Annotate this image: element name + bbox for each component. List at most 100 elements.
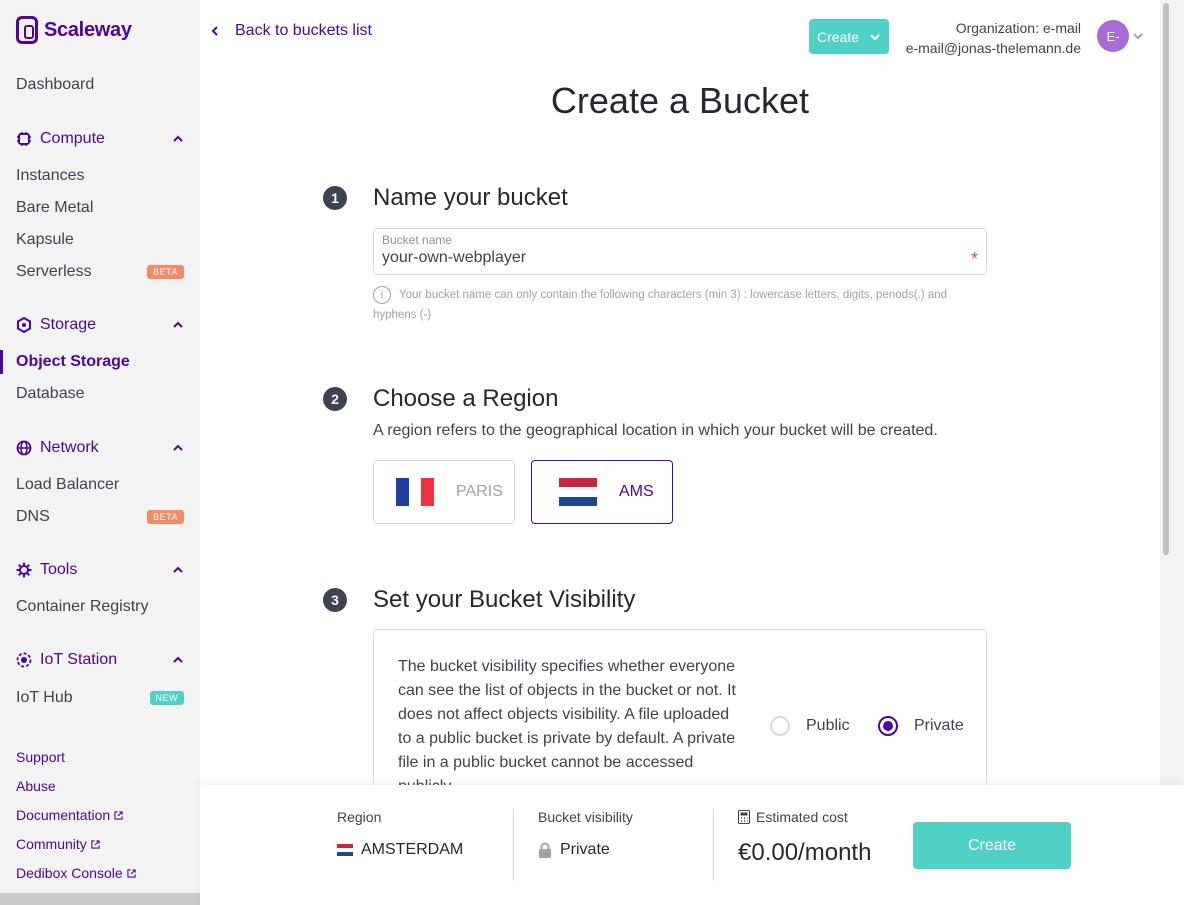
organization-email: e-mail@jonas-thelemann.de [905,40,1081,56]
sidebar-section-network[interactable]: Network [16,439,184,457]
step-1-title: Name your bucket [373,184,568,211]
required-mark: * [970,249,978,269]
external-link-icon [91,839,100,849]
create-bucket-button[interactable]: Create [913,822,1071,869]
step-3-title: Set your Bucket Visibility [373,586,636,613]
visibility-box: The bucket visibility specifies whether … [373,629,987,809]
scaleway-logo[interactable]: Scaleway [16,16,132,44]
chevron-down-icon[interactable] [1132,30,1144,42]
lock-icon [539,842,551,858]
sidebar-item-object-storage[interactable]: Object Storage [16,353,130,371]
chevron-left-icon [211,26,218,36]
dedibox-console-link[interactable]: Dedibox Console [16,865,136,881]
region-label-paris: PARIS [456,483,503,500]
iot-icon [16,652,32,668]
summary-visibility-value-row: Private [538,841,633,859]
info-icon: i [373,285,391,304]
active-indicator [0,350,3,374]
summary-cost: Estimated cost €0.00/month [738,809,871,867]
globe-icon [16,440,32,456]
region-label-ams: AMS [619,483,654,500]
support-link[interactable]: Support [16,749,65,765]
support-link-label: Support [16,749,66,765]
sidebar-section-storage[interactable]: Storage [16,316,184,334]
sidebar-item-kapsule[interactable]: Kapsule [16,231,74,249]
radio-public[interactable] [770,716,790,736]
bucket-name-label: Bucket name [382,233,453,247]
scaleway-logo-icon [16,16,38,44]
visibility-option-public[interactable]: Public [770,716,850,736]
visibility-option-private[interactable]: Private [878,716,964,736]
sidebar-item-dashboard[interactable]: Dashboard [16,76,94,94]
summary-visibility-label: Bucket visibility [538,809,633,825]
calculator-icon [738,810,750,824]
region-description: A region refers to the geographical loca… [373,422,938,439]
sidebar-item-dns[interactable]: DNS [16,508,50,526]
page-title: Create a Bucket [550,80,810,121]
summary-visibility-value: Private [560,841,610,858]
summary-region-value: AMSTERDAM [361,841,464,858]
avatar[interactable]: E- [1097,20,1129,52]
organization-name: Organization: e-mail [955,20,1081,36]
bucket-name-input[interactable]: your-own-webplayer [382,249,526,267]
sidebar-scrollbar[interactable] [0,893,200,905]
bucket-name-field[interactable]: Bucket name your-own-webplayer * [373,228,987,275]
create-dropdown-button[interactable]: Create [809,19,889,54]
sidebar-item-container-registry[interactable]: Container Registry [16,598,149,616]
sidebar-item-iot-hub[interactable]: IoT Hub [16,689,73,707]
back-label: Back to buckets list [235,22,372,39]
step-2-number: 2 [323,387,347,411]
bucket-name-hint-text: Your bucket name can only contain the fo… [373,289,948,321]
step-3-number: 3 [323,588,347,612]
sidebar-section-tools[interactable]: Tools [16,561,184,579]
community-link-label: Community [16,836,87,852]
sidebar-item-instances[interactable]: Instances [16,167,84,185]
sidebar-item-serverless[interactable]: Serverless [16,263,92,281]
page-scrollbar-thumb[interactable] [1163,3,1169,555]
beta-badge: BETA [147,265,184,279]
radio-private[interactable] [878,716,898,736]
summary-cost-value: €0.00/month [738,839,872,866]
step-1-number: 1 [323,186,347,210]
summary-visibility: Bucket visibility Private [538,809,633,859]
back-to-buckets-link[interactable]: Back to buckets list [209,22,372,40]
sidebar-section-label: Network [40,439,99,456]
sidebar-section-label: Storage [40,316,97,333]
netherlands-flag-icon [559,478,597,506]
chevron-up-icon [173,566,183,573]
community-link[interactable]: Community [16,836,100,852]
visibility-public-label: Public [806,717,850,734]
create-dropdown-label: Create [817,28,860,45]
france-flag-icon [396,478,435,506]
summary-region: Region AMSTERDAM [337,809,463,859]
sidebar: Scaleway Dashboard Compute Instances Bar… [0,0,200,905]
sidebar-section-label: Compute [40,130,105,147]
external-link-icon [126,868,136,878]
sidebar-item-database[interactable]: Database [16,385,85,403]
region-card-ams[interactable]: AMS [531,460,673,524]
documentation-link[interactable]: Documentation [16,807,123,823]
bucket-name-hint: i Your bucket name can only contain the f… [373,285,987,325]
sidebar-section-iot-station[interactable]: IoT Station [16,651,184,669]
organization-info[interactable]: Organization: e-mail e-mail@jonas-thelem… [906,18,1081,58]
abuse-link[interactable]: Abuse [16,778,56,794]
sidebar-section-compute[interactable]: Compute [16,130,184,148]
abuse-link-label: Abuse [16,778,56,794]
sidebar-item-bare-metal[interactable]: Bare Metal [16,199,93,217]
sidebar-item-load-balancer[interactable]: Load Balancer [16,476,119,494]
dedibox-console-link-label: Dedibox Console [16,865,123,881]
documentation-link-label: Documentation [16,807,111,823]
logo-text: Scaleway [44,18,132,41]
new-badge: NEW [149,691,184,705]
visibility-private-label: Private [914,717,964,734]
summary-divider [513,809,514,881]
summary-divider [713,809,714,881]
region-card-paris[interactable]: PARIS [373,460,515,524]
storage-icon [16,317,32,333]
summary-bar: Region AMSTERDAM Bucket visibility Priva… [200,785,1184,905]
cog-icon [16,562,32,578]
summary-cost-label: Estimated cost [756,809,848,825]
summary-cost-label-row: Estimated cost [738,809,871,825]
beta-badge: BETA [147,510,184,524]
summary-region-value-row: AMSTERDAM [337,841,463,859]
